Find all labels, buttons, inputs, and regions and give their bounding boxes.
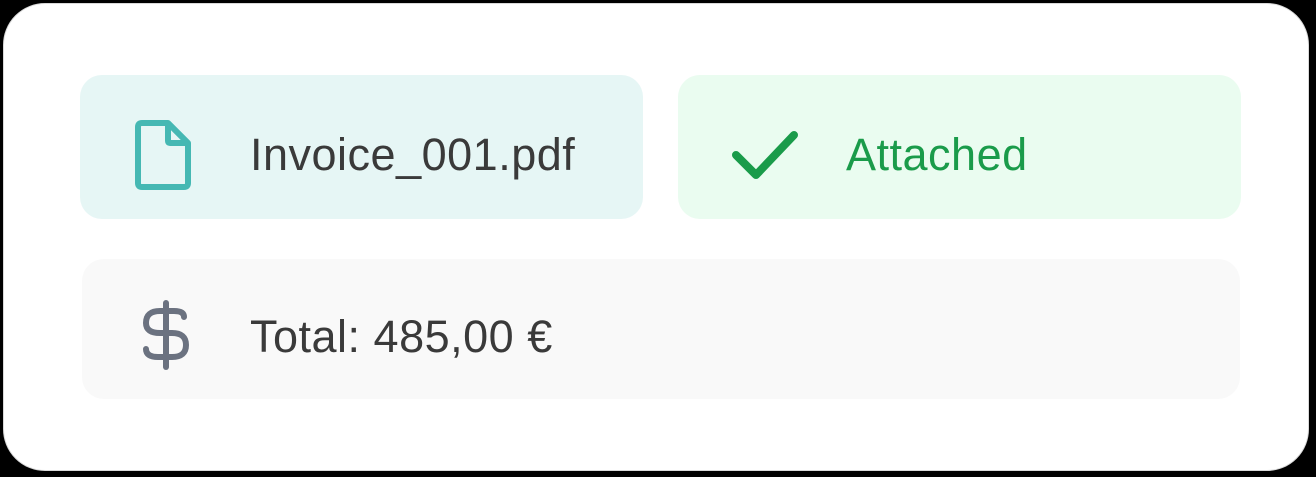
dollar-icon xyxy=(138,299,194,371)
checkmark-icon xyxy=(730,127,800,183)
file-name: Invoice_001.pdf xyxy=(250,129,576,180)
total-tile: Total: 485,00 € xyxy=(82,259,1240,399)
status-tile: Attached xyxy=(678,75,1241,219)
status-label: Attached xyxy=(846,129,1028,180)
file-icon xyxy=(134,119,194,191)
attachment-card: Invoice_001.pdf Attached Total: 485,00 € xyxy=(3,3,1309,471)
file-tile[interactable]: Invoice_001.pdf xyxy=(80,75,643,219)
total-amount: Total: 485,00 € xyxy=(250,311,553,362)
